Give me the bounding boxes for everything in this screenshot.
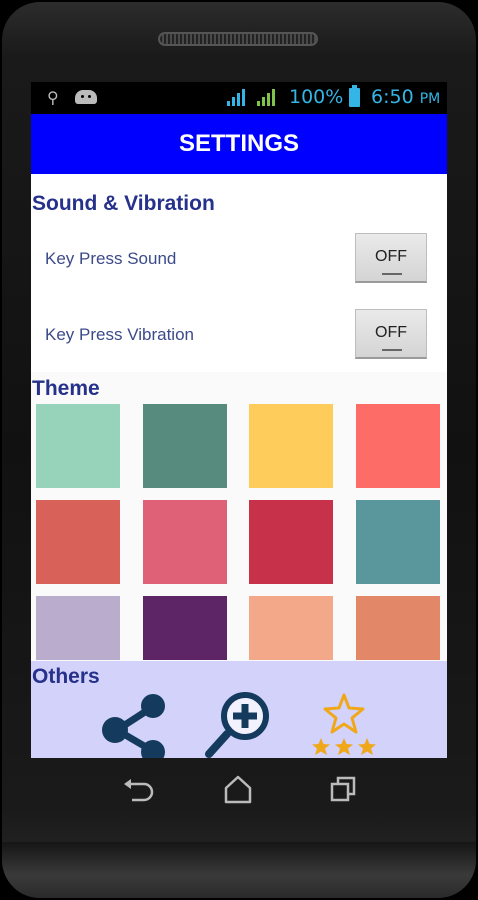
signal-icon-2 — [257, 86, 279, 106]
theme-section-title: Theme — [32, 377, 100, 400]
back-icon[interactable] — [120, 772, 156, 808]
theme-swatch[interactable] — [36, 500, 120, 584]
speaker-grille — [158, 32, 318, 46]
key-press-sound-label: Key Press Sound — [45, 249, 177, 268]
signal-icon — [227, 86, 249, 106]
phone-bottom — [2, 842, 476, 898]
key-press-vibration-label: Key Press Vibration — [45, 325, 194, 344]
theme-swatch[interactable] — [36, 404, 120, 488]
others-section-title: Others — [32, 665, 100, 688]
android-debug-icon — [75, 90, 97, 104]
home-icon[interactable] — [220, 772, 256, 808]
app-bar: SETTINGS — [31, 114, 447, 174]
clock-time: 6:50 — [371, 86, 414, 108]
usb-icon: ⚲ — [47, 88, 59, 107]
clock-ampm: PM — [419, 91, 441, 107]
zoom-in-icon[interactable] — [203, 690, 273, 758]
theme-swatch[interactable] — [143, 596, 227, 660]
theme-swatch[interactable] — [36, 596, 120, 660]
theme-swatch[interactable] — [143, 404, 227, 488]
theme-swatch[interactable] — [356, 596, 440, 660]
screen: ⚲ 100% 6:50 PM SETTINGS Sound & Vibratio… — [31, 82, 447, 758]
key-press-sound-toggle[interactable]: OFF — [355, 233, 427, 283]
rate-stars-icon[interactable] — [309, 692, 379, 758]
theme-swatch[interactable] — [356, 500, 440, 584]
clock: 6:50 PM — [371, 86, 440, 108]
key-press-vibration-toggle[interactable]: OFF — [355, 309, 427, 359]
sound-section-title: Sound & Vibration — [32, 192, 215, 215]
share-icon[interactable] — [99, 692, 169, 758]
theme-swatch[interactable] — [143, 500, 227, 584]
battery-percent: 100% — [289, 86, 344, 108]
theme-swatch[interactable] — [249, 500, 333, 584]
battery-icon — [349, 85, 360, 107]
page-title: SETTINGS — [178, 130, 299, 157]
theme-swatch[interactable] — [249, 404, 333, 488]
theme-swatch[interactable] — [249, 596, 333, 660]
status-bar: ⚲ 100% 6:50 PM — [31, 82, 447, 114]
theme-swatch[interactable] — [356, 404, 440, 488]
recent-apps-icon[interactable] — [326, 772, 362, 808]
